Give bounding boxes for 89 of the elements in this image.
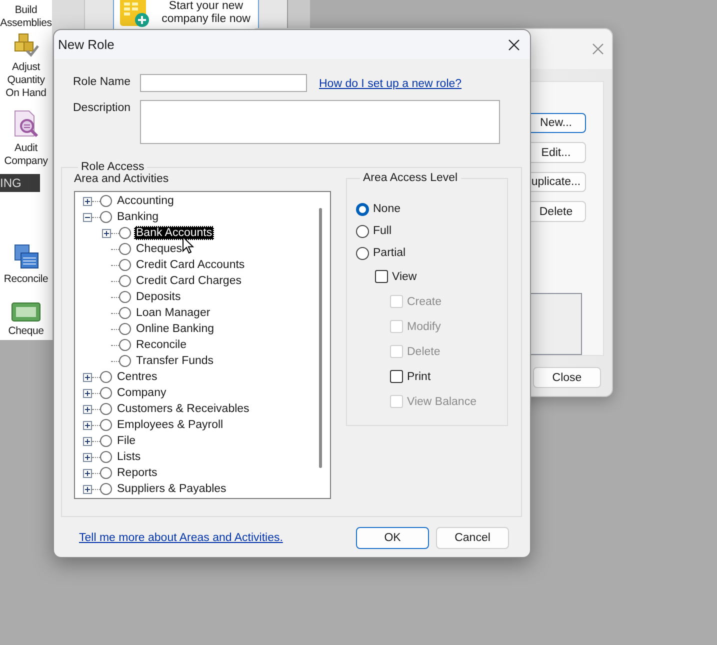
tree-item[interactable]: Loan Manager — [134, 306, 212, 320]
scroll-bar[interactable] — [319, 208, 322, 468]
window-title: New Role — [58, 37, 114, 52]
radio-circle[interactable] — [119, 355, 131, 367]
checkbox[interactable] — [375, 270, 388, 283]
help-link[interactable]: Tell me more about Areas and Activities. — [79, 532, 283, 544]
boxes-icon[interactable] — [13, 32, 39, 58]
tree-item[interactable]: File — [115, 434, 138, 448]
tree-item[interactable]: Bank Accounts — [134, 226, 214, 240]
spreadsheet-plus-icon — [118, 0, 152, 28]
tree-item[interactable]: Banking — [115, 210, 161, 224]
card-text: Start your new company file now — [160, 0, 252, 26]
sidebar-label[interactable]: Reconcile — [4, 273, 48, 286]
checkbox-label[interactable]: Print — [407, 370, 431, 382]
tree-item[interactable]: Lists — [115, 450, 143, 464]
windows-icon[interactable] — [13, 244, 39, 270]
expand-icon[interactable] — [83, 372, 92, 382]
radio-circle[interactable] — [119, 243, 131, 255]
document-magnifier-icon[interactable] — [12, 109, 40, 139]
tree-item[interactable]: Deposits — [134, 290, 183, 304]
close-button[interactable]: Close — [533, 367, 601, 388]
tree-item[interactable]: Transfer Funds — [134, 354, 216, 368]
sidebar-label[interactable]: Build Assemblies — [0, 4, 52, 30]
radio-circle[interactable] — [119, 291, 131, 303]
radio-circle[interactable] — [100, 371, 112, 383]
tree-item[interactable]: Credit Card Accounts — [134, 258, 247, 272]
tree-item[interactable]: Centres — [115, 370, 160, 384]
close-icon[interactable] — [508, 38, 520, 50]
dialog-button[interactable]: Cancel — [436, 527, 509, 549]
radio-circle[interactable] — [100, 195, 112, 207]
radio-circle[interactable] — [100, 467, 112, 479]
tree-label: Area and Activities — [74, 173, 170, 185]
help-link[interactable]: How do I set up a new role? — [319, 74, 462, 90]
radio-circle[interactable] — [100, 211, 112, 223]
sidebar-label[interactable]: Audit Company — [0, 142, 52, 168]
radio-circle[interactable] — [119, 275, 131, 287]
expand-icon[interactable] — [83, 404, 92, 414]
role-name-field[interactable] — [140, 74, 307, 92]
radio-circle[interactable] — [119, 307, 131, 319]
option-label[interactable]: Partial — [373, 247, 406, 259]
expand-icon[interactable] — [83, 468, 92, 478]
radio-circle[interactable] — [119, 259, 131, 271]
cheque-icon[interactable] — [11, 302, 41, 322]
start-company-card[interactable]: Start your new company file now — [113, 0, 259, 30]
checkbox[interactable] — [390, 370, 403, 383]
tree-item[interactable]: Credit Card Charges — [134, 274, 244, 288]
radio-circle[interactable] — [100, 419, 112, 431]
radio-circle[interactable] — [119, 339, 131, 351]
tree-item[interactable]: Employees & Payroll — [115, 418, 226, 432]
tree-item[interactable]: Company — [115, 386, 168, 400]
collapse-icon[interactable] — [83, 212, 92, 222]
expand-icon[interactable] — [83, 484, 92, 494]
tree-view[interactable] — [74, 191, 331, 499]
field-label: Description — [73, 101, 132, 114]
field-label: Role Name — [73, 75, 132, 88]
tree-item[interactable]: Online Banking — [134, 322, 216, 336]
tree-item[interactable]: Reconcile — [134, 338, 188, 352]
sidebar-label[interactable]: Adjust Quantity On Hand — [0, 61, 52, 100]
expand-icon[interactable] — [83, 388, 92, 398]
tree-item[interactable]: Accounting — [115, 194, 176, 208]
radio-circle[interactable] — [119, 227, 131, 239]
expand-icon[interactable] — [83, 420, 92, 430]
cursor-icon — [182, 236, 194, 254]
radio-circle[interactable] — [119, 323, 131, 335]
group-title: Area Access Level — [362, 172, 459, 184]
radio-button[interactable] — [356, 246, 369, 260]
dialog-button[interactable]: OK — [356, 527, 429, 549]
tree-item[interactable]: Cheques — [134, 242, 184, 256]
description-field[interactable] — [140, 100, 500, 144]
expand-icon[interactable] — [83, 436, 92, 446]
expand-icon[interactable] — [102, 228, 111, 238]
tree-item[interactable]: Customers & Receivables — [115, 402, 252, 416]
group-title: Role Access — [80, 161, 146, 173]
radio-button[interactable] — [356, 202, 369, 216]
tree-item[interactable]: Reports — [115, 466, 160, 480]
sidebar-label[interactable]: Cheque — [8, 325, 44, 338]
option-label[interactable]: None — [373, 203, 400, 215]
expand-icon[interactable] — [83, 196, 92, 206]
checkbox-label[interactable]: View — [392, 270, 417, 282]
radio-circle[interactable] — [100, 483, 112, 495]
tree-item[interactable]: Suppliers & Payables — [115, 482, 228, 496]
expand-icon[interactable] — [83, 452, 92, 462]
radio-circle[interactable] — [100, 451, 112, 463]
radio-circle[interactable] — [100, 435, 112, 447]
option-label[interactable]: Full — [373, 225, 392, 237]
radio-circle[interactable] — [100, 387, 112, 399]
section-header: ING — [0, 174, 40, 192]
radio-circle[interactable] — [100, 403, 112, 415]
radio-button[interactable] — [356, 224, 369, 238]
